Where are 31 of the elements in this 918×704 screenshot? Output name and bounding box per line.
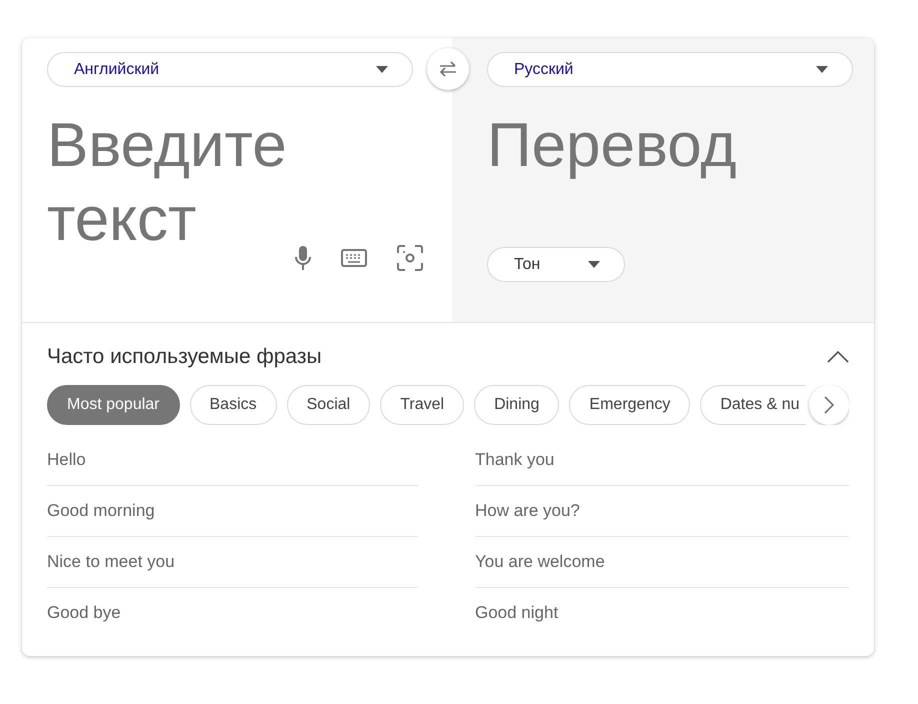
dropdown-arrow-icon [816, 66, 828, 73]
microphone-icon[interactable] [295, 246, 311, 270]
phrase-link[interactable]: Thank you [475, 450, 554, 470]
category-chip[interactable]: Most popular [47, 385, 180, 425]
camera-scan-icon[interactable] [397, 245, 423, 271]
category-chip[interactable]: Dining [474, 385, 560, 425]
phrase-link[interactable]: You are welcome [475, 552, 605, 572]
tone-dropdown[interactable]: Тон [487, 247, 625, 282]
next-button[interactable] [809, 385, 849, 425]
category-chip[interactable]: Emergency [569, 385, 690, 425]
dropdown-arrow-icon [588, 261, 600, 268]
keyboard-icon[interactable] [341, 249, 367, 267]
category-chip[interactable]: Travel [380, 385, 464, 425]
phrase-link[interactable]: Hello [47, 450, 86, 470]
category-chip[interactable]: Basics [190, 385, 277, 425]
source-text-field[interactable]: Введите текст [47, 109, 427, 259]
phrase-link[interactable]: Nice to meet you [47, 552, 175, 572]
category-chip[interactable]: Dates & nu [700, 385, 806, 425]
phrase-link[interactable]: How are you? [475, 501, 580, 521]
category-chip[interactable]: Social [286, 385, 370, 425]
phrase-link[interactable]: Good bye [47, 603, 121, 623]
section-title: Часто используемые фразы [47, 345, 322, 369]
chevron-right-icon [824, 396, 834, 414]
phrase-link[interactable]: Good morning [47, 501, 155, 521]
source-language-dropdown[interactable]: Английский [47, 52, 413, 87]
phrase-link[interactable]: Good night [475, 603, 558, 623]
target-language-dropdown[interactable]: Русский [487, 52, 853, 87]
dropdown-arrow-icon [376, 66, 388, 73]
swap-languages-button[interactable] [427, 48, 469, 90]
swap-arrows-icon [439, 61, 457, 77]
collapse-chevron-icon[interactable] [827, 351, 849, 363]
